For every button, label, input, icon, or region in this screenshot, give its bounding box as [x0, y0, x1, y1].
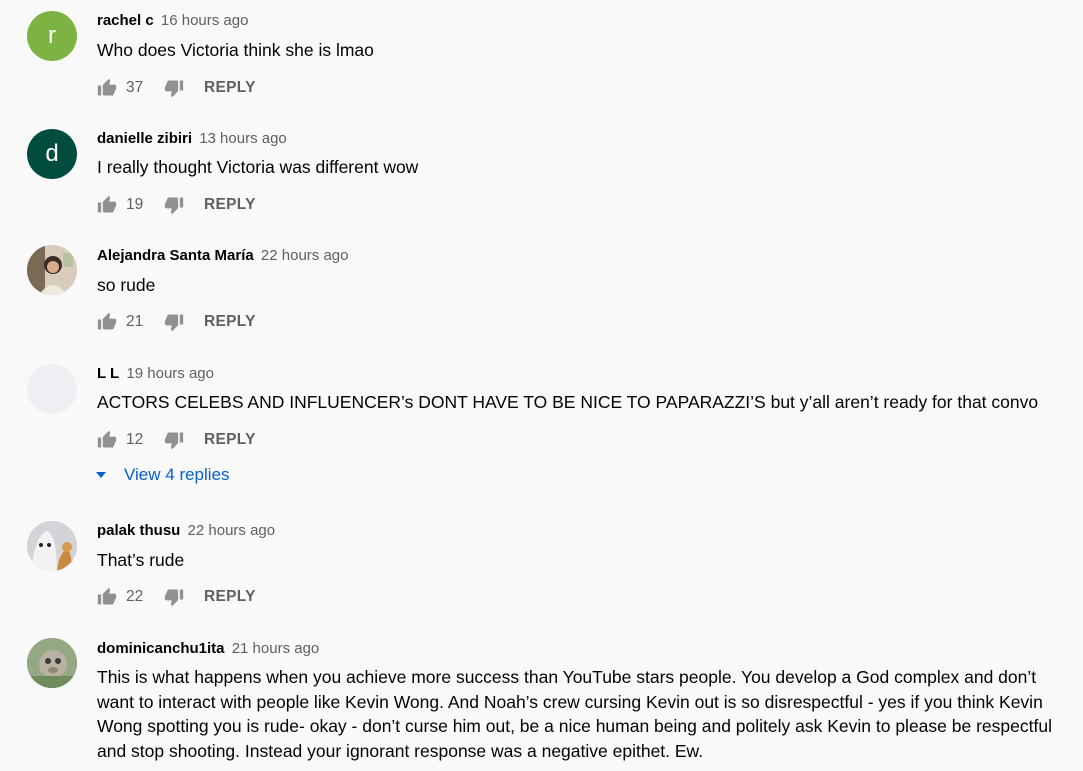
like-count: 37 [126, 79, 144, 96]
comment-header: L L 19 hours ago [97, 364, 214, 384]
avatar-letter: d [45, 140, 59, 167]
like-count: 21 [126, 313, 144, 330]
avatar[interactable]: r [27, 11, 77, 61]
thumbs-up-icon[interactable] [97, 195, 117, 215]
comment-actions: 37 REPLY [97, 77, 256, 99]
thumbs-up-icon[interactable] [97, 312, 117, 332]
reply-button[interactable]: REPLY [204, 313, 256, 331]
comment-author[interactable]: Alejandra Santa María [97, 247, 254, 264]
comment-time[interactable]: 13 hours ago [199, 130, 287, 147]
profile-photo-icon [27, 245, 77, 295]
comment-header: palak thusu 22 hours ago [97, 521, 275, 541]
comment-actions: 19 REPLY [97, 194, 256, 216]
profile-photo-icon [27, 638, 77, 688]
thumbs-up-icon[interactable] [97, 430, 117, 450]
comment-text: I really thought Victoria was different … [97, 157, 419, 177]
thumbs-down-icon[interactable] [164, 587, 184, 607]
comment-author[interactable]: L L [97, 365, 119, 382]
thumbs-down-icon[interactable] [164, 312, 184, 332]
comment-time[interactable]: 21 hours ago [232, 640, 320, 657]
reply-button[interactable]: REPLY [204, 431, 256, 449]
comment-author[interactable]: dominicanchu1ita [97, 640, 225, 657]
thumbs-down-icon[interactable] [164, 430, 184, 450]
thumbs-up-icon[interactable] [97, 78, 117, 98]
avatar[interactable]: d [27, 129, 77, 179]
comment-actions: 21 REPLY [97, 311, 256, 333]
comment-text: That’s rude [97, 550, 185, 570]
comment-header: Alejandra Santa María 22 hours ago [97, 246, 348, 266]
view-replies-button[interactable]: View 4 replies [95, 465, 230, 485]
avatar[interactable] [27, 364, 77, 414]
thumbs-down-icon[interactable] [164, 195, 184, 215]
comment-time[interactable]: 22 hours ago [261, 247, 349, 264]
comment-time[interactable]: 22 hours ago [188, 522, 276, 539]
comment-author[interactable]: danielle zibiri [97, 130, 192, 147]
comment-header: rachel c 16 hours ago [97, 11, 248, 31]
comment-text: ACTORS CELEBS AND INFLUENCER’s DONT HAVE… [97, 392, 1039, 412]
comment-author[interactable]: palak thusu [97, 522, 180, 539]
caret-down-icon [96, 472, 106, 478]
comment-header: dominicanchu1ita 21 hours ago [97, 639, 319, 659]
thumbs-down-icon[interactable] [164, 78, 184, 98]
comment-time[interactable]: 16 hours ago [161, 12, 249, 29]
like-count: 12 [126, 431, 144, 448]
like-count: 19 [126, 196, 144, 213]
reply-button[interactable]: REPLY [204, 196, 256, 214]
thumbs-up-icon[interactable] [97, 587, 117, 607]
comment-text: Who does Victoria think she is lmao [97, 40, 374, 60]
avatar[interactable] [27, 638, 77, 688]
comment-actions: 22 REPLY [97, 586, 256, 608]
comment-text: This is what happens when you achieve mo… [97, 667, 1052, 761]
avatar[interactable] [27, 521, 77, 571]
comment-text: so rude [97, 275, 156, 295]
comment-actions: 12 REPLY [97, 429, 256, 451]
like-count: 22 [126, 588, 144, 605]
avatar-letter: r [48, 22, 56, 49]
profile-photo-icon [27, 521, 77, 571]
avatar[interactable] [27, 245, 77, 295]
reply-button[interactable]: REPLY [204, 588, 256, 606]
comment-header: danielle zibiri 13 hours ago [97, 129, 287, 149]
comment-author[interactable]: rachel c [97, 12, 154, 29]
reply-button[interactable]: REPLY [204, 79, 256, 97]
view-replies-label: View 4 replies [124, 465, 230, 484]
comment-time[interactable]: 19 hours ago [126, 365, 214, 382]
